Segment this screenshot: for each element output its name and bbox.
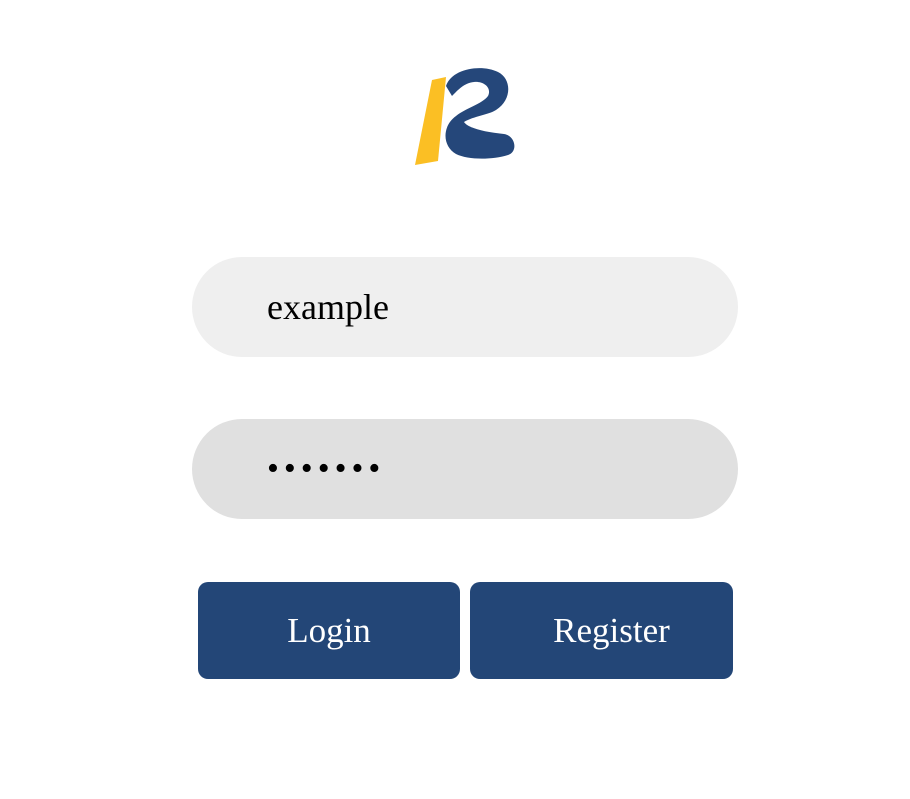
register-button[interactable]: Register [470,582,733,679]
password-value: ••••••• [267,450,386,487]
login-button[interactable]: Login [198,582,460,679]
logo [412,64,522,168]
login-button-label: Login [287,610,371,650]
password-field[interactable]: ••••••• [192,419,738,519]
username-value: example [267,287,389,327]
ir-logo-icon [415,68,515,165]
register-button-label: Register [553,610,670,650]
username-field[interactable]: example [192,257,738,357]
